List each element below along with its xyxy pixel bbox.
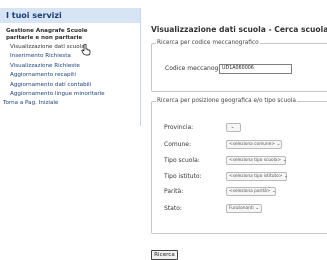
search-by-code-legend: Ricerca per codice meccanografico — [157, 40, 259, 46]
parita-label: Parità: — [164, 188, 184, 195]
sidebar-item-aggiornamento-recapiti[interactable]: Aggiornamento recapiti — [0, 71, 140, 80]
sidebar-section-line-2: paritarie e non paritarie — [6, 35, 83, 41]
parita-select-value: <seleziona parità> — [229, 189, 271, 194]
sidebar-item-aggiornamento-lingue-minoritarie[interactable]: Aggiornamento lingue minoritarie — [0, 90, 140, 99]
code-input[interactable]: UD1A060006 — [219, 64, 292, 74]
chevron-down-icon: ⌄ — [271, 189, 276, 194]
chevron-down-icon: ⌄ — [230, 125, 235, 130]
tipo-scuola-label: Tipo scuola: — [164, 157, 200, 164]
comune-label: Comune: — [164, 141, 192, 148]
search-button[interactable]: Ricerca — [151, 250, 178, 260]
tipo-istituto-label: Tipo istituto: — [164, 173, 202, 180]
stato-select[interactable]: Funzionanti ⌄ — [226, 204, 262, 213]
page-title: Visualizzazione dati scuola - Cerca scuo… — [151, 25, 327, 34]
chevron-down-icon: ⌄ — [255, 206, 260, 211]
chevron-down-icon: ⌄ — [276, 142, 281, 147]
sidebar-item-torna-pagina-iniziale[interactable]: Torna a Pag. Iniziale — [0, 99, 140, 108]
sidebar-title: I tuoi servizi — [0, 8, 140, 23]
comune-select-value: <seleziona comune> — [229, 142, 275, 147]
stato-select-value: Funzionanti — [229, 206, 254, 211]
tipo-istituto-select-value: <seleziona tipo istituto> — [229, 174, 283, 179]
sidebar-item-visualizzazione-richieste[interactable]: Visualizzazione Richieste — [0, 62, 140, 71]
sidebar-item-aggiornamento-dati-contabili[interactable]: Aggiornamento dati contabili — [0, 81, 140, 90]
stato-label: Stato: — [164, 205, 182, 212]
sidebar-section-line-1: Gestione Anagrafe Scuole — [6, 28, 88, 34]
provincia-label: Provincia: — [164, 124, 194, 131]
sidebar-section-heading: Gestione Anagrafe Scuole paritarie e non… — [0, 23, 140, 42]
sidebar-item-visualizzazione-dati-scuola[interactable]: Visualizzazione dati scuola — [0, 43, 140, 52]
parita-select[interactable]: <seleziona parità> ⌄ — [226, 187, 276, 196]
search-by-location-legend: Ricerca per posizione geografica e/o tip… — [157, 98, 296, 104]
search-by-location-fieldset: Ricerca per posizione geografica e/o tip… — [151, 98, 327, 234]
hand-cursor-icon — [81, 44, 91, 56]
tipo-istituto-select[interactable]: <seleziona tipo istituto> ⌄ — [226, 172, 288, 181]
chevron-down-icon: ⌄ — [283, 174, 288, 179]
sidebar-item-inserimento-richiesta[interactable]: Inserimento Richiesta — [0, 52, 140, 61]
tipo-scuola-select-value: <seleziona tipo scuola> — [229, 158, 282, 163]
provincia-select[interactable]: ⌄ — [226, 123, 241, 132]
comune-select[interactable]: <seleziona comune> ⌄ — [226, 140, 282, 149]
tipo-scuola-select[interactable]: <seleziona tipo scuola> ⌄ — [226, 156, 287, 165]
sidebar: I tuoi servizi Gestione Anagrafe Scuole … — [0, 8, 141, 126]
chevron-down-icon: ⌄ — [282, 158, 287, 163]
